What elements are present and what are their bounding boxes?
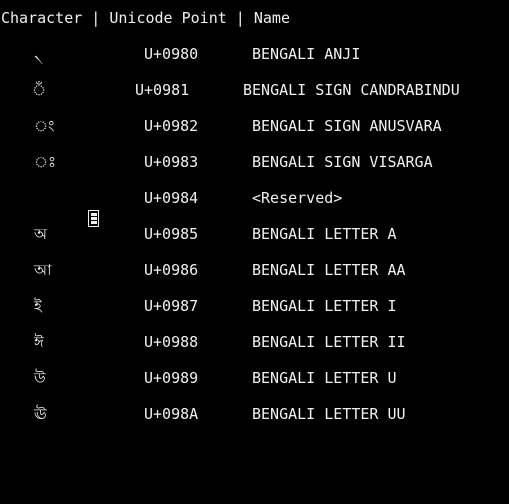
name-cell: BENGALI LETTER I	[252, 297, 397, 315]
unicode-point-cell: U+0987	[144, 297, 199, 315]
table-row: ঁ U+0981 BENGALI SIGN CANDRABINDU	[0, 80, 509, 100]
character-cell: উ	[34, 369, 46, 387]
name-cell: BENGALI SIGN ANUSVARA	[252, 117, 442, 135]
table-header: Character | Unicode Point | Name	[1, 9, 290, 27]
character-cell: অ	[34, 225, 47, 243]
unicode-point-cell: U+0984	[144, 189, 199, 207]
name-cell: BENGALI SIGN CANDRABINDU	[243, 81, 460, 99]
name-cell: BENGALI LETTER II	[252, 333, 406, 351]
name-cell: BENGALI LETTER U	[252, 369, 397, 387]
unicode-point-cell: U+0985	[144, 225, 199, 243]
table-row: ৲ U+0980 BENGALI ANJI	[0, 44, 509, 64]
character-cell: ঁ	[32, 81, 47, 99]
unicode-point-cell: U+0983	[144, 153, 199, 171]
unicode-point-cell: U+0981	[135, 81, 190, 99]
name-cell: BENGALI LETTER A	[252, 225, 397, 243]
unicode-point-cell: U+0982	[144, 117, 199, 135]
character-cell: ঃ	[34, 153, 57, 171]
table-row: ং U+0982 BENGALI SIGN ANUSVARA	[0, 116, 509, 136]
name-cell: <Reserved>	[252, 189, 343, 207]
character-cell: ং	[34, 117, 55, 135]
table-row: ঊ U+098A BENGALI LETTER UU	[0, 404, 509, 424]
unicode-point-cell: U+0986	[144, 261, 199, 279]
table-row: আ U+0986 BENGALI LETTER AA	[0, 260, 509, 280]
terminal-window[interactable]: Character | Unicode Point | Name ৲ U+098…	[0, 0, 509, 432]
unicode-point-cell: U+0989	[144, 369, 199, 387]
table-row: U+0984 <Reserved>	[0, 188, 509, 227]
table-row: ই U+0987 BENGALI LETTER I	[0, 296, 509, 316]
character-cell: ই	[34, 297, 42, 315]
name-cell: BENGALI ANJI	[252, 45, 361, 63]
character-cell: আ	[34, 261, 52, 279]
character-cell: ঊ	[34, 405, 47, 423]
table-row: উ U+0989 BENGALI LETTER U	[0, 368, 509, 388]
table-row: ঈ U+0988 BENGALI LETTER II	[0, 332, 509, 352]
name-cell: BENGALI SIGN VISARGA	[252, 153, 433, 171]
table-row: অ U+0985 BENGALI LETTER A	[0, 224, 509, 244]
character-cell: ৲	[34, 45, 44, 63]
table-row: ঃ U+0983 BENGALI SIGN VISARGA	[0, 152, 509, 172]
unicode-point-cell: U+0980	[144, 45, 199, 63]
name-cell: BENGALI LETTER UU	[252, 405, 406, 423]
unicode-point-cell: U+0988	[144, 333, 199, 351]
character-cell: ঈ	[34, 333, 44, 351]
name-cell: BENGALI LETTER AA	[252, 261, 406, 279]
unicode-point-cell: U+098A	[144, 405, 199, 423]
